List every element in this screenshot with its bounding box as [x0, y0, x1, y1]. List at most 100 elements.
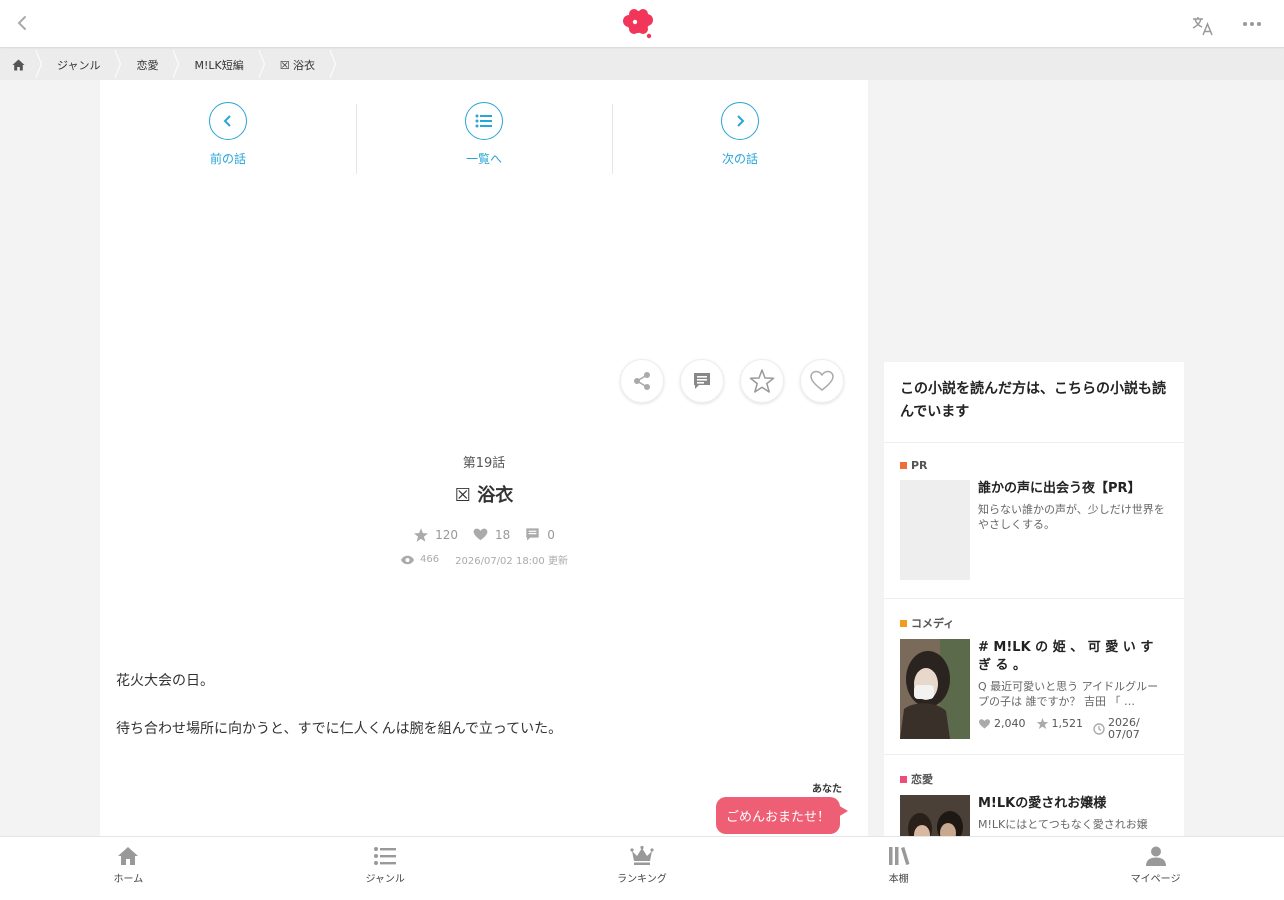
brand-logo[interactable]	[620, 7, 656, 41]
breadcrumb-label: 恋愛	[136, 58, 159, 72]
card-info: M!LKの愛されお嬢様 M!LKにはとてつもなく愛されお嬢	[978, 795, 1168, 836]
chapter-list-label: 一覧へ	[465, 152, 502, 166]
tag-color-square	[900, 619, 907, 627]
share-button[interactable]	[620, 359, 664, 403]
novel-description: M!LKにはとてつもなく愛されお嬢	[978, 818, 1148, 831]
genre-tag-label: PR	[911, 459, 928, 472]
update-date: 2026/07/07	[1093, 717, 1144, 741]
genre-tag-label: コメディ	[911, 617, 955, 630]
bottom-tab-label: ジャンル	[365, 874, 405, 885]
novel-description: Q 最近可愛いと思う アイドルグループの子は 誰ですか？ 吉田 「 …	[978, 680, 1159, 708]
more-button[interactable]	[1240, 16, 1264, 32]
bottom-tab-mypage[interactable]: マイページ	[1027, 837, 1284, 900]
favorite-star-button[interactable]	[740, 359, 784, 403]
star-icon	[1036, 718, 1048, 729]
recommendation-card[interactable]: コメディ # M!LK の 姫 、 可 愛 い す ぎ る 。 Q 最近可愛いと…	[884, 599, 1184, 755]
breadcrumb-item-episode: ☒ 浴衣	[258, 49, 337, 80]
breadcrumb-label: ジャンル	[57, 58, 101, 72]
like-count: 2,040	[978, 717, 1026, 730]
cover-thumbnail	[900, 795, 970, 836]
recommendation-panel: この小説を読んだ方は、こちらの小説も読んでいます PR 誰かの声に出会う夜【PR…	[884, 362, 1184, 836]
back-button[interactable]	[12, 12, 34, 34]
star-count: 1,521	[1036, 717, 1083, 730]
bottom-tab-home[interactable]: ホーム	[0, 837, 257, 900]
cover-thumbnail	[900, 480, 970, 580]
breadcrumb-label: ☒ 浴衣	[279, 58, 316, 72]
home-icon	[118, 847, 139, 865]
next-chapter-label: 次の話	[721, 152, 758, 166]
chat-speaker-name: あなた	[812, 784, 842, 795]
list-circle	[465, 102, 503, 140]
breadcrumb-item-novel[interactable]: M!LK短編	[172, 49, 265, 80]
episode-title: ☒ 浴衣	[454, 485, 514, 506]
recommendation-card[interactable]: 恋愛 M!LKの愛されお嬢様 M!LKにはとてつもなく愛されお嬢	[884, 755, 1184, 836]
next-chapter-button[interactable]: 次の話	[612, 102, 868, 174]
view-count-value: 466	[420, 554, 440, 565]
episode-stats: 120 18 0	[100, 526, 868, 543]
brand-logo-icon	[623, 9, 653, 39]
breadcrumb-item-genre[interactable]: ジャンル	[35, 49, 122, 80]
update-date-value: 2026/07/07	[1108, 716, 1140, 741]
view-count: 466	[400, 552, 439, 567]
eye-icon	[400, 555, 415, 564]
card-info: 誰かの声に出会う夜【PR】 知らない誰かの声が、少しだけ世界をやさしくする。	[978, 480, 1168, 580]
prev-chapter-label: 前の話	[209, 152, 246, 166]
like-button[interactable]	[800, 359, 844, 403]
genre-tag: 恋愛	[900, 771, 1168, 787]
star-count-value: 120	[435, 527, 458, 542]
chevron-right-icon	[737, 115, 745, 127]
like-count-value: 18	[494, 527, 511, 542]
comment-count-value: 0	[547, 527, 555, 542]
genre-tag: コメディ	[900, 615, 1168, 631]
bottom-nav: ホーム ジャンル ランキング 本棚 マイページ	[0, 836, 1284, 900]
bottom-tab-label: ホーム	[113, 874, 144, 885]
breadcrumb-home[interactable]	[0, 49, 42, 80]
bottom-tab-label: マイページ	[1130, 874, 1181, 885]
comment-icon	[526, 528, 539, 541]
cover-photo	[900, 795, 970, 836]
translate-icon	[1192, 17, 1213, 36]
like-count: 18	[472, 526, 510, 543]
chapter-nav: 前の話 一覧へ 次の話	[100, 102, 868, 174]
star-icon	[414, 527, 429, 542]
heart-icon	[979, 718, 990, 728]
chat-bubble: ごめんおまたせ！	[716, 797, 849, 834]
chapter-list-button[interactable]: 一覧へ	[356, 102, 612, 174]
chevron-left-icon	[17, 16, 26, 30]
prev-chapter-button[interactable]: 前の話	[100, 102, 356, 174]
heart-icon	[810, 370, 834, 391]
person-icon	[1145, 846, 1166, 866]
card-row: 誰かの声に出会う夜【PR】 知らない誰かの声が、少しだけ世界をやさしくする。	[900, 480, 1168, 580]
recommendation-heading: この小説を読んだ方は、こちらの小説も読んでいます	[884, 362, 1184, 443]
comment-icon	[694, 373, 710, 389]
bottom-tab-bookshelf[interactable]: 本棚	[770, 837, 1027, 900]
next-circle	[721, 102, 759, 140]
crown-icon	[630, 845, 654, 865]
reader-main: 前の話 一覧へ 次の話 第19話 ☒ 浴衣 120 18 0 466 2026/…	[100, 80, 868, 836]
bottom-tab-genre[interactable]: ジャンル	[257, 837, 514, 900]
tag-color-square	[900, 462, 907, 469]
clock-icon	[1093, 723, 1105, 735]
app-header	[0, 0, 1284, 48]
heart-icon	[473, 528, 488, 541]
comment-count: 0	[524, 526, 555, 543]
novel-title: 誰かの声に出会う夜【PR】	[978, 481, 1141, 496]
novel-title: # M!LK の 姫 、 可 愛 い す ぎ る 。	[978, 640, 1154, 673]
bottom-tab-ranking[interactable]: ランキング	[514, 837, 771, 900]
genre-tag-label: 恋愛	[911, 773, 933, 786]
list-icon	[374, 847, 397, 865]
story-paragraph: 待ち合わせ場所に向かうと、すでに仁人くんは腕を組んで立っていた。	[116, 721, 563, 737]
list-icon	[475, 114, 492, 128]
comment-button[interactable]	[680, 359, 724, 403]
genre-tag: PR	[900, 459, 1168, 472]
recommendation-card[interactable]: PR 誰かの声に出会う夜【PR】 知らない誰かの声が、少しだけ世界をやさしくする…	[884, 443, 1184, 599]
chevron-left-icon	[223, 115, 231, 127]
prev-circle	[209, 102, 247, 140]
novel-description: 知らない誰かの声が、少しだけ世界をやさしくする。	[978, 503, 1165, 531]
bookshelf-icon	[888, 847, 910, 865]
story-paragraph: 花火大会の日。	[116, 673, 214, 689]
breadcrumb-item-romance[interactable]: 恋愛	[114, 49, 180, 80]
translate-button[interactable]	[1190, 14, 1216, 38]
tag-color-square	[900, 775, 907, 783]
updated-at: 2026/07/02 18:00 更新	[455, 556, 568, 567]
